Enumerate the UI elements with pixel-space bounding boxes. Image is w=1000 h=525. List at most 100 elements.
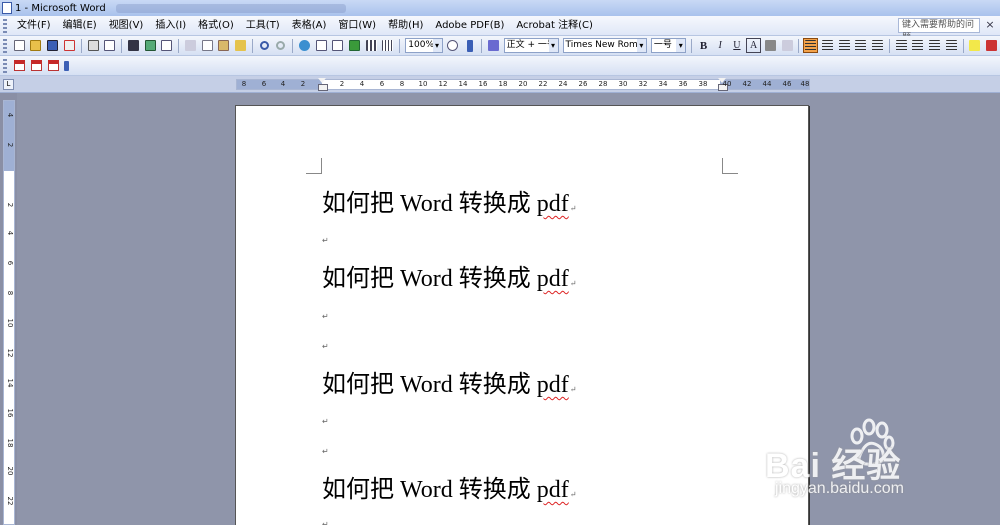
document-paragraph[interactable]: 如何把 Word 转换成 pdf↵ xyxy=(322,183,576,218)
toolbar-separator xyxy=(962,38,964,53)
ruler-number: 28 xyxy=(598,80,608,88)
cut-icon[interactable] xyxy=(183,38,198,53)
misspelled-word[interactable]: pdf xyxy=(537,266,569,292)
print-icon[interactable] xyxy=(86,38,101,53)
vertical-ruler[interactable]: 4 2 2 4 6 8 10 12 14 16 18 20 22 xyxy=(3,100,15,525)
permission-icon[interactable] xyxy=(62,38,77,53)
spelling-icon[interactable] xyxy=(143,38,158,53)
convert-and-email-pdf-icon[interactable] xyxy=(29,59,44,73)
ruler-number: 16 xyxy=(478,80,488,88)
horizontal-ruler[interactable]: 8 6 4 2 2 4 6 8 10 12 14 16 18 20 22 24 … xyxy=(236,78,810,91)
menu-edit[interactable]: 编辑(E) xyxy=(57,17,103,35)
hyperlink-icon[interactable] xyxy=(297,38,312,53)
open-folder-icon[interactable] xyxy=(29,38,44,53)
font-size-select[interactable]: 一号 xyxy=(650,38,687,53)
research-icon[interactable] xyxy=(159,38,174,53)
convert-to-pdf-icon[interactable] xyxy=(12,59,27,73)
bold-button[interactable]: B xyxy=(696,38,711,53)
document-page[interactable]: 如何把 Word 转换成 pdf↵ ↵ 如何把 Word 转换成 pdf↵ ↵ … xyxy=(235,105,809,525)
distributed-icon[interactable] xyxy=(853,38,868,53)
increase-indent-icon[interactable] xyxy=(944,38,959,53)
toolbar-grip-handle[interactable] xyxy=(3,38,7,53)
redo-icon[interactable] xyxy=(273,38,288,53)
decrease-indent-icon[interactable] xyxy=(927,38,942,53)
menu-window[interactable]: 窗口(W) xyxy=(332,17,382,35)
misspelled-word[interactable]: pdf xyxy=(537,191,569,217)
ruler-number: 48 xyxy=(800,80,810,88)
misspelled-word[interactable]: pdf xyxy=(537,372,569,398)
paste-icon[interactable] xyxy=(216,38,231,53)
menu-acrobat-comments[interactable]: Acrobat 注释(C) xyxy=(510,17,599,35)
word-app-icon[interactable] xyxy=(2,2,12,14)
blurred-title-area xyxy=(115,3,346,13)
new-document-icon[interactable] xyxy=(12,38,27,53)
menu-view[interactable]: 视图(V) xyxy=(103,17,150,35)
tab-selector[interactable]: L xyxy=(3,79,14,90)
undo-icon[interactable] xyxy=(257,38,272,53)
menu-file[interactable]: 文件(F) xyxy=(11,17,57,35)
highlight-icon[interactable] xyxy=(968,38,983,53)
ruler-number: 6 xyxy=(379,80,385,88)
menu-grip-handle[interactable] xyxy=(3,18,7,33)
close-document-icon[interactable]: × xyxy=(984,19,996,32)
styles-pane-icon[interactable] xyxy=(486,38,501,53)
help-icon[interactable] xyxy=(446,38,461,53)
print-preview-icon[interactable] xyxy=(102,38,117,53)
line-spacing-icon[interactable] xyxy=(870,38,885,53)
align-center-icon[interactable] xyxy=(820,38,835,53)
paragraph-text: 如何把 Word 转换成 xyxy=(322,372,537,398)
character-border-button[interactable]: A xyxy=(746,38,761,53)
font-select[interactable]: Times New Roman xyxy=(562,38,647,53)
menu-table[interactable]: 表格(A) xyxy=(286,17,333,35)
align-right-icon[interactable] xyxy=(837,38,852,53)
tables-borders-icon[interactable] xyxy=(314,38,329,53)
ruler-strip: L 8 6 4 2 2 4 6 8 10 12 14 16 18 20 22 2… xyxy=(0,76,1000,93)
document-paragraph[interactable]: 如何把 Word 转换成 pdf↵ xyxy=(322,364,576,399)
underline-button[interactable]: U xyxy=(730,38,745,53)
title-bar: 1 - Microsoft Word xyxy=(0,0,1000,16)
ruler-number: 4 xyxy=(280,80,286,88)
left-indent-marker[interactable] xyxy=(318,78,328,91)
drawing-icon[interactable] xyxy=(381,38,396,53)
document-paragraph[interactable]: 如何把 Word 转换成 pdf↵ xyxy=(322,469,576,504)
toolbar-separator xyxy=(292,38,294,53)
ruler-number: 2 xyxy=(300,80,306,88)
toolbar-options-icon[interactable] xyxy=(462,38,477,53)
vruler-number: 22 xyxy=(6,496,14,506)
character-shading-icon[interactable] xyxy=(763,38,778,53)
document-paragraph[interactable]: 如何把 Word 转换成 pdf↵ xyxy=(322,258,576,293)
menu-help[interactable]: 帮助(H) xyxy=(382,17,429,35)
style-select[interactable]: 正文 + 一号 xyxy=(503,38,559,53)
vruler-number: 8 xyxy=(6,290,14,296)
menu-tools[interactable]: 工具(T) xyxy=(240,17,286,35)
copy-icon[interactable] xyxy=(200,38,215,53)
format-painter-icon[interactable] xyxy=(233,38,248,53)
font-color-icon[interactable] xyxy=(984,38,999,53)
ruler-number: 14 xyxy=(458,80,468,88)
menu-adobe-pdf[interactable]: Adobe PDF(B) xyxy=(429,17,510,35)
ruler-number: 18 xyxy=(498,80,508,88)
insert-table-icon[interactable] xyxy=(331,38,346,53)
pdf-toolbar-options-icon[interactable] xyxy=(63,58,70,73)
zoom-select[interactable]: 100% xyxy=(405,38,443,53)
menu-insert[interactable]: 插入(I) xyxy=(149,17,192,35)
traditional-chinese-icon[interactable] xyxy=(126,38,141,53)
misspelled-word[interactable]: pdf xyxy=(537,477,569,503)
align-justify-button[interactable] xyxy=(803,38,819,53)
paragraph-mark: ↵ xyxy=(569,385,577,394)
paragraph-text: 如何把 Word 转换成 xyxy=(322,266,537,292)
vruler-number: 18 xyxy=(6,438,14,448)
save-icon[interactable] xyxy=(45,38,60,53)
columns-icon[interactable] xyxy=(364,38,379,53)
numbering-icon[interactable] xyxy=(894,38,909,53)
convert-and-review-pdf-icon[interactable] xyxy=(46,59,61,73)
toolbar-separator xyxy=(480,38,482,53)
insert-excel-icon[interactable] xyxy=(347,38,362,53)
pdf-toolbar-grip-handle[interactable] xyxy=(3,58,7,73)
bullets-icon[interactable] xyxy=(911,38,926,53)
italic-button[interactable]: I xyxy=(713,38,728,53)
paragraph-mark: ↵ xyxy=(569,490,577,499)
scale-icon[interactable] xyxy=(780,38,795,53)
menu-format[interactable]: 格式(O) xyxy=(192,17,240,35)
help-search-input[interactable]: 键入需要帮助的问题 xyxy=(898,18,980,43)
